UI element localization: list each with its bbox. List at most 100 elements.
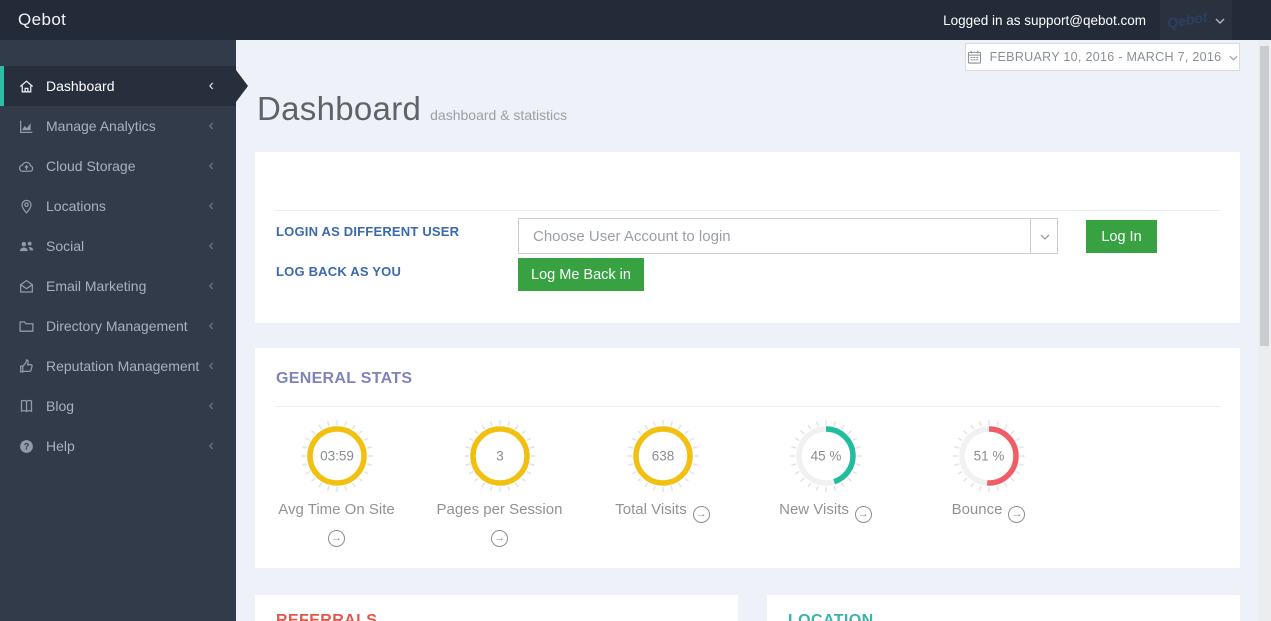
select-placeholder: Choose User Account to login bbox=[533, 227, 731, 245]
sidebar-item-blog[interactable]: Blog ‹ bbox=[0, 386, 236, 426]
gauge-bounce: 51 % Bounce → bbox=[907, 418, 1070, 547]
sidebar-item-reputation-management[interactable]: Reputation Management ‹ bbox=[0, 346, 236, 386]
book-icon bbox=[18, 398, 35, 415]
gauge-label: Total Visits bbox=[615, 501, 687, 518]
calendar-icon bbox=[967, 50, 982, 64]
login-as-user-card: LOGIN AS DIFFERENT USER Choose User Acco… bbox=[255, 152, 1240, 323]
chevron-left-icon: ‹ bbox=[208, 117, 214, 134]
main-content: FEBRUARY 10, 2016 - MARCH 7, 2016 Dashbo… bbox=[236, 40, 1258, 621]
gauge-label: Bounce bbox=[951, 501, 1003, 518]
gauge-value: 3 bbox=[496, 449, 504, 464]
gauge-label: Pages per Session bbox=[436, 501, 563, 518]
referrals-card: REFERRALS bbox=[255, 595, 738, 621]
location-title: LOCATION bbox=[788, 612, 874, 621]
circle-arrow-right-icon[interactable]: → bbox=[854, 506, 872, 524]
chevron-left-icon: ‹ bbox=[208, 277, 214, 294]
chevron-left-icon: ‹ bbox=[208, 157, 214, 174]
sidebar-item-help[interactable]: ? Help ‹ bbox=[0, 426, 236, 466]
card-divider bbox=[275, 210, 1220, 211]
sidebar-item-social[interactable]: Social ‹ bbox=[0, 226, 236, 266]
circle-arrow-right-icon[interactable]: → bbox=[1008, 506, 1026, 524]
chevron-left-icon: ‹ bbox=[208, 437, 214, 454]
sidebar-item-label: Cloud Storage bbox=[46, 158, 136, 174]
gauge-value: 03:59 bbox=[320, 449, 354, 464]
chevron-left-icon: ‹ bbox=[208, 237, 214, 254]
sidebar-item-label: Locations bbox=[46, 198, 106, 214]
sidebar-item-dashboard[interactable]: Dashboard ‹ bbox=[0, 66, 248, 106]
sidebar-item-label: Reputation Management bbox=[46, 358, 200, 374]
gauge-pages-per-session: 3 Pages per Session → bbox=[418, 418, 581, 548]
sidebar-nav: Dashboard ‹ Manage Analytics ‹ Cloud Storage… bbox=[0, 40, 248, 621]
chevron-left-icon: ‹ bbox=[208, 317, 214, 334]
gauge-label: Avg Time On Site bbox=[278, 501, 395, 518]
sidebar-item-label: Manage Analytics bbox=[46, 118, 156, 134]
sidebar-item-locations[interactable]: Locations ‹ bbox=[0, 186, 236, 226]
gauge-ring: 51 % bbox=[952, 420, 1025, 492]
sidebar-item-manage-analytics[interactable]: Manage Analytics ‹ bbox=[0, 106, 236, 146]
brand-logo[interactable]: Qebot bbox=[18, 10, 66, 30]
date-range-picker[interactable]: FEBRUARY 10, 2016 - MARCH 7, 2016 bbox=[965, 43, 1240, 71]
select-divider bbox=[1030, 219, 1031, 253]
sidebar-item-directory-management[interactable]: Directory Management ‹ bbox=[0, 306, 236, 346]
analytics-icon bbox=[18, 118, 35, 135]
user-avatar-logo: Qebot bbox=[1165, 8, 1209, 32]
sidebar-item-label: Help bbox=[46, 438, 75, 454]
sidebar-item-email-marketing[interactable]: Email Marketing ‹ bbox=[0, 266, 236, 306]
gauge-total-visits: 638 Total Visits → bbox=[581, 418, 744, 547]
map-pin-icon bbox=[18, 198, 35, 215]
app-window: Qebot Logged in as support@qebot.com Qeb… bbox=[0, 0, 1271, 621]
gauge-value: 51 % bbox=[973, 449, 1004, 464]
page-title: Dashboard bbox=[257, 90, 422, 127]
log-back-as-you-label: LOG BACK AS YOU bbox=[276, 264, 402, 279]
chevron-down-icon bbox=[1215, 18, 1225, 24]
date-range-text: FEBRUARY 10, 2016 - MARCH 7, 2016 bbox=[989, 50, 1222, 64]
svg-text:?: ? bbox=[24, 441, 30, 451]
thumbs-up-icon bbox=[18, 358, 35, 375]
gauge-new-visits: 45 % New Visits → bbox=[744, 418, 907, 547]
gauge-value: 638 bbox=[651, 449, 674, 464]
users-icon bbox=[18, 238, 35, 255]
user-menu-button[interactable]: Qebot bbox=[1160, 0, 1232, 40]
chevron-left-icon: ‹ bbox=[208, 397, 214, 414]
vertical-scrollbar-thumb[interactable] bbox=[1260, 46, 1269, 346]
home-icon bbox=[18, 78, 35, 95]
general-stats-title: GENERAL STATS bbox=[276, 370, 413, 387]
envelope-icon bbox=[18, 278, 35, 295]
location-card: LOCATION bbox=[767, 595, 1240, 621]
help-icon: ? bbox=[18, 438, 35, 455]
gauge-value: 45 % bbox=[810, 449, 841, 464]
sidebar-item-label: Social bbox=[46, 238, 85, 254]
gauge-label: New Visits bbox=[779, 501, 849, 518]
topbar-right: Logged in as support@qebot.com Qebot bbox=[943, 0, 1271, 40]
user-account-select[interactable]: Choose User Account to login bbox=[518, 218, 1058, 254]
top-navbar: Qebot Logged in as support@qebot.com Qeb… bbox=[0, 0, 1271, 40]
logged-in-text: Logged in as support@qebot.com bbox=[943, 12, 1146, 28]
page-header: Dashboard dashboard & statistics bbox=[257, 90, 567, 128]
circle-arrow-right-icon[interactable]: → bbox=[491, 530, 508, 548]
gauge-ring: 638 bbox=[626, 420, 699, 492]
sidebar-item-label: Email Marketing bbox=[46, 278, 147, 294]
gauge-avg-time-on-site: 03:59 Avg Time On Site → bbox=[255, 418, 418, 548]
gauge-ring: 3 bbox=[463, 420, 536, 492]
general-stats-card: GENERAL STATS 03:59 Avg Time On Site → 3 Pag… bbox=[255, 348, 1240, 568]
page-subtitle: dashboard & statistics bbox=[430, 107, 568, 123]
sidebar-item-label: Directory Management bbox=[46, 318, 188, 334]
cloud-upload-icon bbox=[18, 158, 35, 175]
chevron-left-icon: ‹ bbox=[208, 357, 214, 374]
log-in-button[interactable]: Log In bbox=[1086, 220, 1157, 253]
sidebar-item-label: Dashboard bbox=[46, 78, 115, 94]
card-divider bbox=[275, 406, 1220, 407]
gauge-ring: 45 % bbox=[789, 420, 862, 492]
chevron-down-icon bbox=[1229, 55, 1238, 61]
login-as-different-user-label: LOGIN AS DIFFERENT USER bbox=[276, 224, 460, 239]
gauge-ring: 03:59 bbox=[300, 420, 373, 492]
circle-arrow-right-icon[interactable]: → bbox=[328, 530, 345, 548]
sidebar-item-label: Blog bbox=[46, 398, 75, 414]
referrals-title: REFERRALS bbox=[276, 612, 378, 621]
sidebar-item-cloud-storage[interactable]: Cloud Storage ‹ bbox=[0, 146, 236, 186]
vertical-scrollbar-track[interactable] bbox=[1258, 40, 1271, 621]
chevron-down-icon bbox=[1040, 234, 1050, 240]
circle-arrow-right-icon[interactable]: → bbox=[692, 506, 710, 524]
log-me-back-in-button[interactable]: Log Me Back in bbox=[518, 258, 644, 291]
folder-icon bbox=[18, 318, 35, 335]
